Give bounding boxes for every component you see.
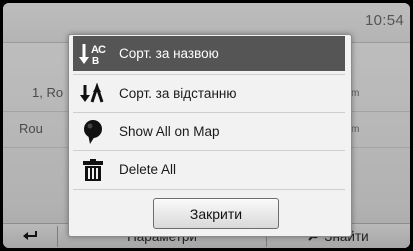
menu-item-label: Show All on Map — [119, 124, 220, 139]
divider — [73, 74, 345, 75]
back-arrow-icon — [22, 228, 38, 246]
menu-item-label: Сорт. за назвою — [119, 46, 219, 61]
trash-icon — [73, 152, 113, 187]
menu-item-delete-all[interactable]: Delete All — [73, 152, 345, 187]
list-item-label: Rou — [19, 121, 43, 136]
list-item-unit: m — [351, 124, 360, 135]
divider — [73, 189, 345, 190]
menu-item-label: Сорт. за відстанню — [119, 86, 237, 101]
sort-alphabetical-icon: A C B — [73, 36, 113, 71]
back-button[interactable] — [3, 224, 57, 248]
options-popup: A C B Сорт. за назвою Сорт. за відстанню — [68, 34, 352, 237]
sort-distance-icon — [73, 76, 113, 111]
svg-text:C: C — [98, 44, 106, 56]
svg-text:B: B — [92, 56, 99, 66]
menu-item-sort-by-distance[interactable]: Сорт. за відстанню — [73, 76, 345, 111]
divider — [73, 112, 345, 113]
map-pin-icon — [73, 114, 113, 149]
list-item-unit: m — [351, 88, 360, 99]
list-item-label: 1, Ro — [32, 85, 64, 100]
menu-item-sort-by-name[interactable]: A C B Сорт. за назвою — [73, 36, 345, 71]
divider — [73, 150, 345, 151]
menu-item-show-all-on-map[interactable]: Show All on Map — [73, 114, 345, 149]
close-button[interactable]: Закрити — [153, 198, 279, 229]
menu-item-label: Delete All — [119, 162, 177, 177]
screen: 10:54 1, Ro m Rou m Параметри Знайти — [3, 3, 410, 248]
clock: 10:54 — [364, 12, 404, 29]
